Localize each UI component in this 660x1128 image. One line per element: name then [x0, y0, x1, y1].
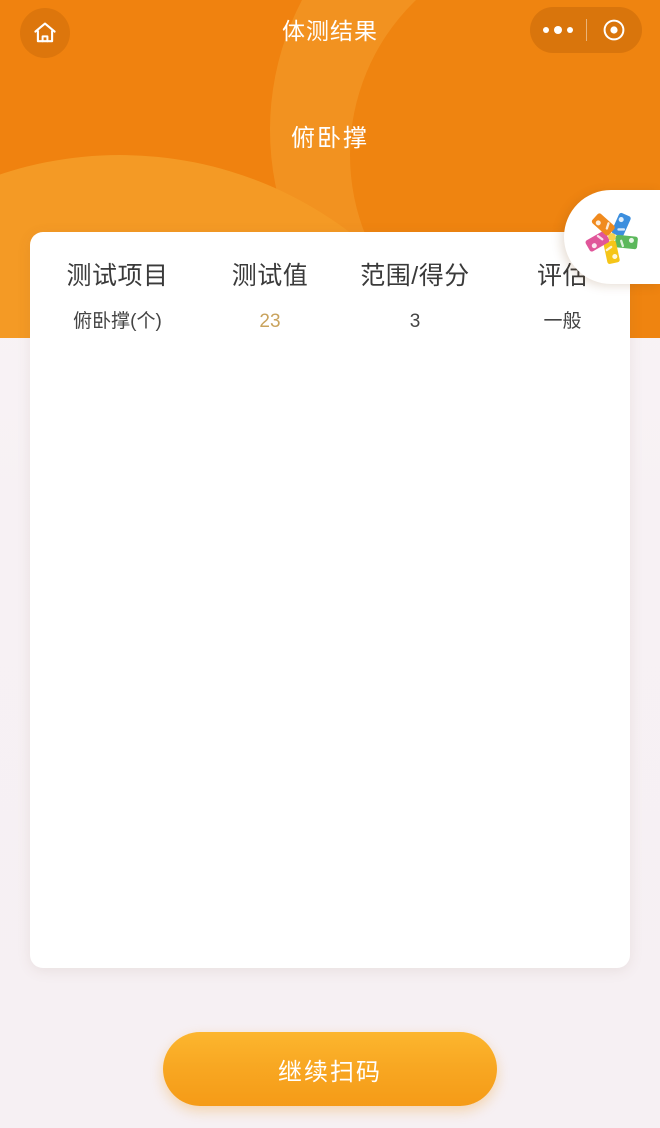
navigation-bar: 体测结果	[0, 0, 660, 72]
app-page: 体测结果 俯卧撑 测试项目 测试值 范围/得分 评估 俯卧撑(个) 23 3 一…	[0, 0, 660, 1128]
table-header-row: 测试项目 测试值 范围/得分 评估	[30, 256, 630, 292]
continue-scan-button[interactable]: 继续扫码	[163, 1032, 497, 1106]
column-header-item: 测试项目	[66, 262, 169, 290]
result-card: 测试项目 测试值 范围/得分 评估 俯卧撑(个) 23 3 一般	[30, 232, 630, 968]
result-table: 测试项目 测试值 范围/得分 评估 俯卧撑(个) 23 3 一般	[30, 232, 630, 333]
pinwheel-badge-button[interactable]	[564, 190, 660, 284]
miniprogram-capsule[interactable]	[530, 7, 642, 53]
more-dots-icon[interactable]	[530, 26, 586, 34]
column-header-range: 范围/得分	[360, 262, 470, 290]
cell-item: 俯卧撑(个)	[73, 311, 162, 332]
cell-value: 23	[259, 311, 281, 332]
cell-range-score: 3	[409, 311, 421, 332]
target-circle-icon[interactable]	[587, 17, 643, 43]
test-item-subtitle: 俯卧撑	[291, 125, 369, 152]
table-row: 俯卧撑(个) 23 3 一般	[30, 306, 630, 333]
column-header-value: 测试值	[231, 262, 309, 290]
cell-evaluation: 一般	[543, 311, 582, 332]
pinwheel-icon	[581, 206, 643, 268]
